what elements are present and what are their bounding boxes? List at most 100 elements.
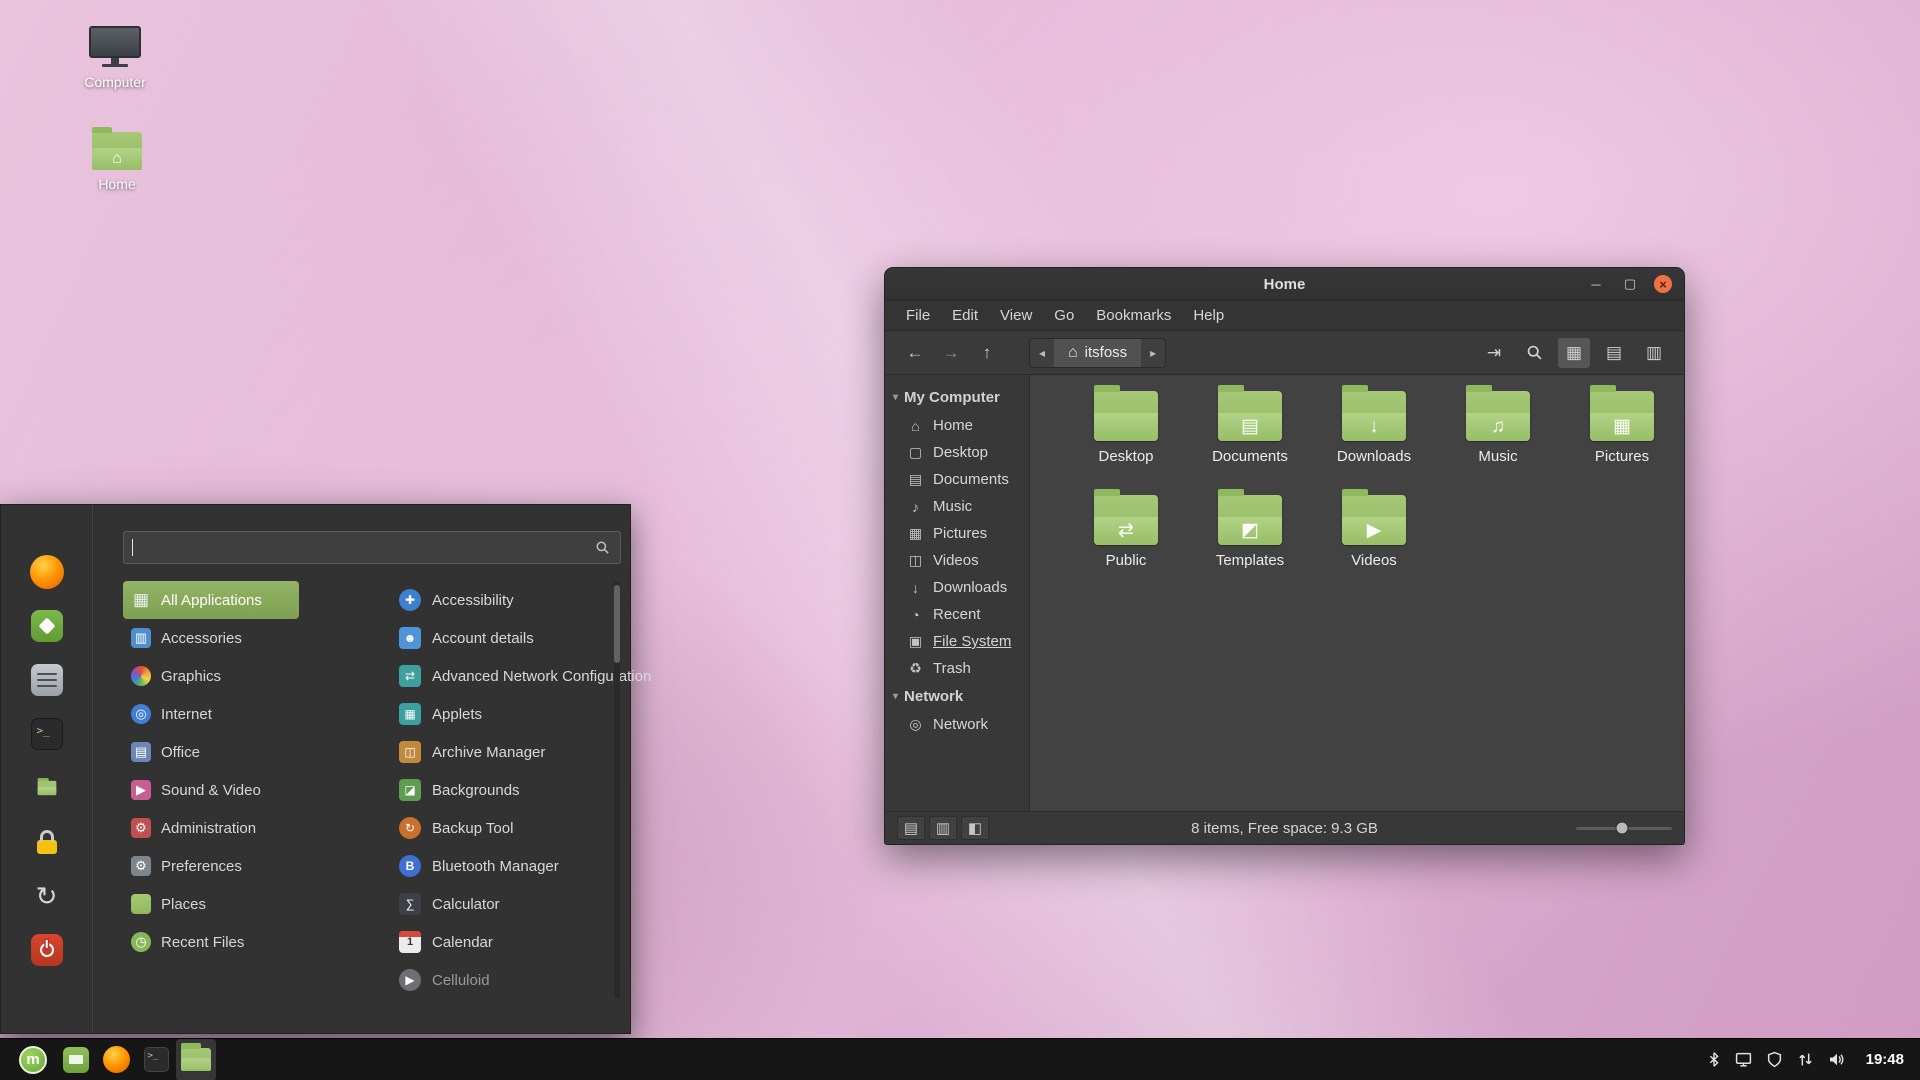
menu-go[interactable]: Go <box>1043 301 1085 330</box>
app-account-details[interactable]: ☻ Account details <box>393 619 693 657</box>
places-toggle-button[interactable]: ▤ <box>897 816 925 840</box>
up-button[interactable]: ↑ <box>971 338 1003 368</box>
app-applets[interactable]: ▦ Applets <box>393 695 693 733</box>
firewall-tray-button[interactable] <box>1766 1051 1783 1068</box>
split-view-button[interactable]: ◧ <box>961 816 989 840</box>
search-button[interactable] <box>1518 338 1550 368</box>
zoom-slider-handle[interactable] <box>1615 821 1629 835</box>
app-calculator[interactable]: ∑ Calculator <box>393 885 693 923</box>
expander-icon[interactable]: ▾ <box>893 691 898 702</box>
app-archive-manager[interactable]: ◫ Archive Manager <box>393 733 693 771</box>
category-office[interactable]: ▤ Office <box>123 733 299 771</box>
back-button[interactable]: ← <box>899 338 931 368</box>
sidebar-item-pictures[interactable]: ▦ Pictures <box>885 520 1029 547</box>
file-music[interactable]: ♫ Music <box>1436 385 1560 465</box>
sidebar-section-network[interactable]: ▾ Network <box>885 682 1029 711</box>
menu-search-box[interactable] <box>123 531 621 564</box>
category-accessories[interactable]: ▥ Accessories <box>123 619 299 657</box>
bluetooth-tray-button[interactable] <box>1707 1051 1721 1068</box>
panel-launcher-files[interactable] <box>56 1039 96 1080</box>
category-preferences[interactable]: ⚙ Preferences <box>123 847 299 885</box>
file-downloads[interactable]: ↓ Downloads <box>1312 385 1436 465</box>
panel-launcher-firefox[interactable] <box>96 1039 136 1080</box>
view-compact-button[interactable]: ▥ <box>1638 338 1670 368</box>
file-videos[interactable]: ▶ Videos <box>1312 489 1436 569</box>
zoom-slider[interactable] <box>1576 816 1672 840</box>
titlebar[interactable]: Home ─ ▢ × <box>885 268 1684 301</box>
volume-tray-button[interactable] <box>1828 1051 1846 1068</box>
sidebar-item-documents[interactable]: ▤ Documents <box>885 466 1029 493</box>
sidebar-item-file-system[interactable]: ▣ File System <box>885 628 1029 655</box>
expander-icon[interactable]: ▾ <box>893 392 898 403</box>
sidebar-section-my-computer[interactable]: ▾ My Computer <box>885 383 1029 412</box>
maximize-button[interactable]: ▢ <box>1620 274 1640 294</box>
sidebar-item-home[interactable]: ⌂ Home <box>885 412 1029 439</box>
lock-screen-button[interactable] <box>28 823 66 861</box>
firefox-launcher[interactable] <box>28 553 66 591</box>
file-public[interactable]: ⇄ Public <box>1064 489 1188 569</box>
file-pictures[interactable]: ▦ Pictures <box>1560 385 1684 465</box>
sidebar-item-recent[interactable]: ◔ Recent <box>885 601 1029 628</box>
files-launcher[interactable] <box>28 769 66 807</box>
menu-file[interactable]: File <box>895 301 941 330</box>
scrollbar-thumb[interactable] <box>614 585 620 663</box>
panel-launcher-terminal[interactable]: >_ <box>136 1039 176 1080</box>
view-list-button[interactable]: ▤ <box>1598 338 1630 368</box>
path-prev-button[interactable]: ◂ <box>1030 338 1054 367</box>
treeview-toggle-button[interactable]: ▥ <box>929 816 957 840</box>
app-list-scrollbar[interactable] <box>614 581 620 999</box>
app-calendar[interactable]: 1 Calendar <box>393 923 693 961</box>
app-bluetooth-manager[interactable]: B Bluetooth Manager <box>393 847 693 885</box>
sidebar-item-trash[interactable]: ♻ Trash <box>885 655 1029 682</box>
category-all-applications[interactable]: ▦ All Applications <box>123 581 299 619</box>
category-graphics[interactable]: Graphics <box>123 657 299 695</box>
menu-help[interactable]: Help <box>1182 301 1235 330</box>
panel-window-nemo[interactable] <box>176 1038 216 1080</box>
category-internet[interactable]: ◎ Internet <box>123 695 299 733</box>
category-administration[interactable]: ⚙ Administration <box>123 809 299 847</box>
file-view[interactable]: Desktop ▤ Documents ↓ Downloads ♫ Music … <box>1030 375 1684 811</box>
app-backup-tool[interactable]: ↻ Backup Tool <box>393 809 693 847</box>
category-recent-files[interactable]: ◷ Recent Files <box>123 923 299 961</box>
app-accessibility[interactable]: ✚ Accessibility <box>393 581 693 619</box>
sidebar-item-downloads[interactable]: ↓ Downloads <box>885 574 1029 601</box>
network-tray-button[interactable] <box>1797 1051 1814 1068</box>
file-documents[interactable]: ▤ Documents <box>1188 385 1312 465</box>
menu-button[interactable]: m <box>10 1039 56 1080</box>
sidebar-item-music[interactable]: ♪ Music <box>885 493 1029 520</box>
category-sound-video[interactable]: ▶ Sound & Video <box>123 771 299 809</box>
path-segment-home[interactable]: ⌂ itsfoss <box>1054 338 1142 367</box>
file-desktop[interactable]: Desktop <box>1064 385 1188 465</box>
category-places[interactable]: Places <box>123 885 299 923</box>
forward-button[interactable]: → <box>935 338 967 368</box>
power-button[interactable] <box>28 931 66 969</box>
desktop-icon-computer[interactable]: Computer <box>60 26 170 90</box>
view-grid-button[interactable]: ▦ <box>1558 337 1590 368</box>
path-next-button[interactable]: ▸ <box>1141 338 1166 367</box>
system-settings-launcher[interactable] <box>28 661 66 699</box>
display-tray-button[interactable] <box>1735 1051 1752 1068</box>
software-manager-launcher[interactable] <box>28 607 66 645</box>
close-button[interactable]: × <box>1654 275 1672 293</box>
app-celluloid[interactable]: ▶ Celluloid <box>393 961 693 999</box>
logout-button[interactable]: ↻ <box>28 877 66 915</box>
sidebar-item-network[interactable]: ◎ Network <box>885 711 1029 738</box>
terminal-launcher[interactable]: >_ <box>28 715 66 753</box>
clock[interactable]: 19:48 <box>1866 1051 1904 1068</box>
app-backgrounds[interactable]: ◪ Backgrounds <box>393 771 693 809</box>
lock-icon <box>31 826 63 858</box>
sidebar-item-desktop[interactable]: ▢ Desktop <box>885 439 1029 466</box>
calendar-icon: 1 <box>399 931 421 953</box>
menu-view[interactable]: View <box>989 301 1043 330</box>
sidebar-item-videos[interactable]: ◫ Videos <box>885 547 1029 574</box>
menu-bookmarks[interactable]: Bookmarks <box>1085 301 1182 330</box>
minimize-button[interactable]: ─ <box>1586 274 1606 294</box>
file-templates[interactable]: ◩ Templates <box>1188 489 1312 569</box>
app-advanced-network-configuration[interactable]: ⇄ Advanced Network Configuration <box>393 657 693 695</box>
desktop-icon-home[interactable]: ⌂ Home <box>62 127 172 192</box>
location-entry-toggle-button[interactable]: ⇥ <box>1478 338 1510 368</box>
menu-edit[interactable]: Edit <box>941 301 989 330</box>
menu-search-input[interactable] <box>133 539 595 556</box>
internet-icon: ◎ <box>131 704 151 724</box>
category-label: Places <box>161 895 207 913</box>
